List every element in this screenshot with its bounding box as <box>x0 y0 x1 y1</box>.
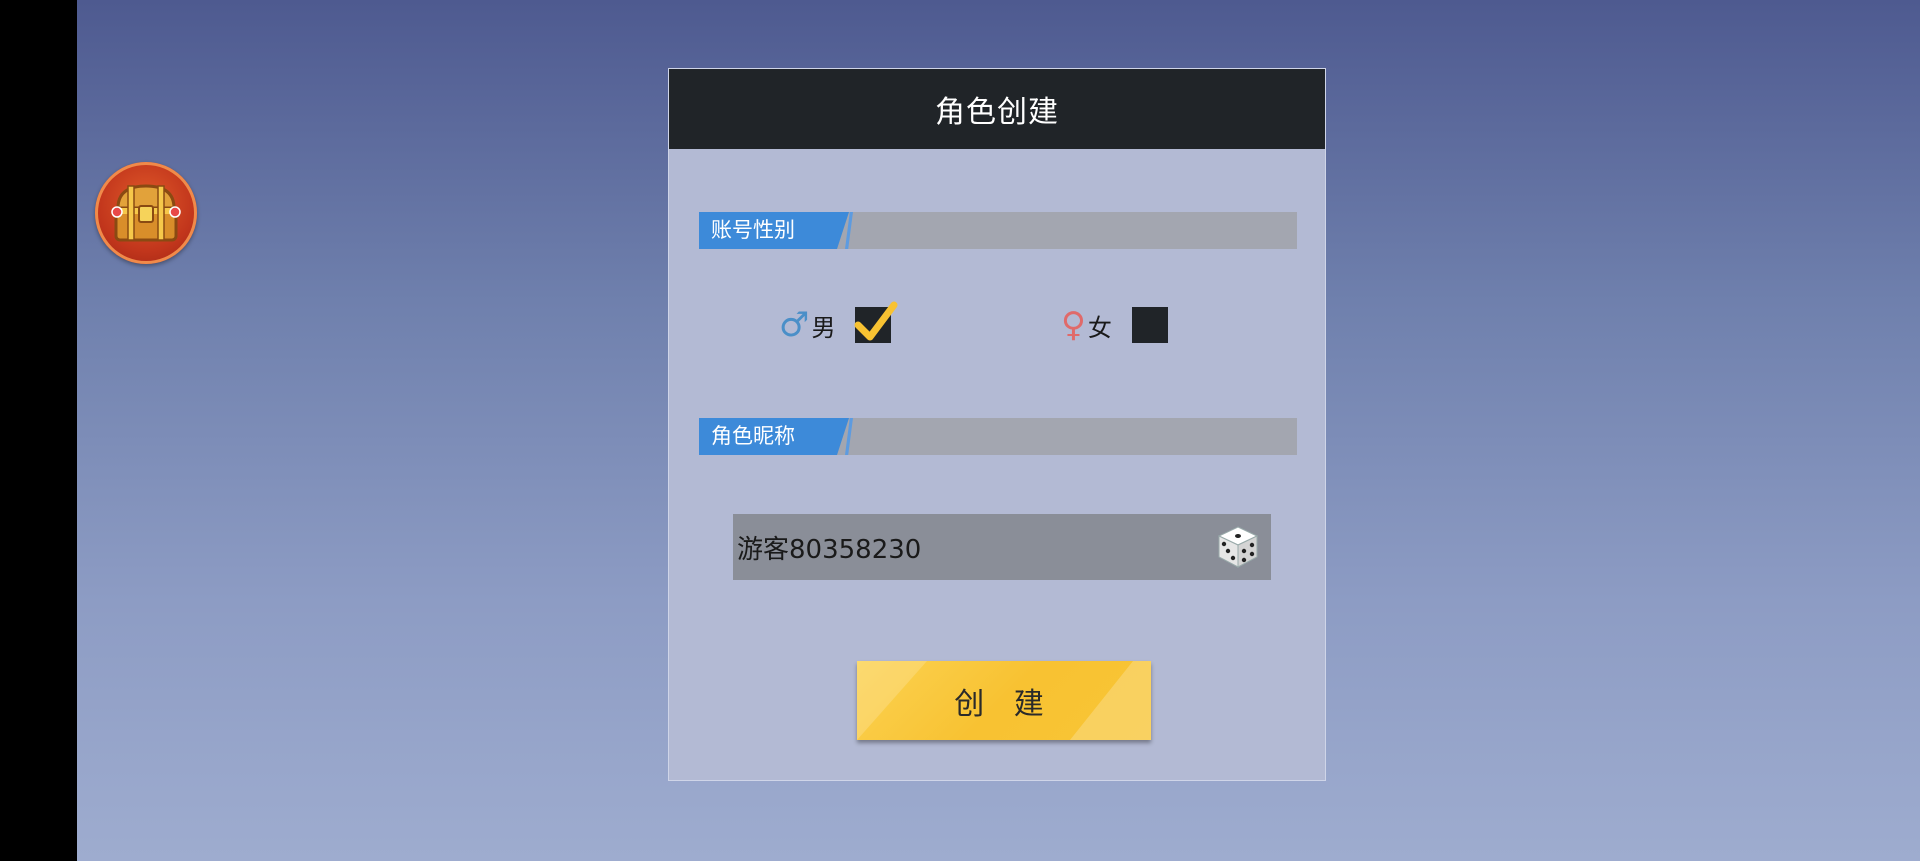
male-label: 男 <box>811 313 836 342</box>
create-button-gloss-right <box>1070 661 1151 740</box>
male-symbol-icon: ♂ <box>779 305 810 345</box>
dialog-header: 角色创建 <box>669 69 1325 149</box>
gender-option-female[interactable]: ♀ 女 <box>1061 305 1168 345</box>
dice-icon <box>1217 526 1259 568</box>
gender-section-bar: 账号性别 <box>699 212 1297 249</box>
nickname-input[interactable] <box>733 513 1199 581</box>
male-checkbox[interactable] <box>854 301 898 343</box>
treasure-chest-button[interactable] <box>95 162 197 264</box>
female-checkbox[interactable] <box>1131 307 1168 343</box>
nickname-section-bar: 角色昵称 <box>699 418 1297 455</box>
create-button[interactable]: 创 建 <box>857 661 1151 740</box>
dialog-title: 角色创建 <box>935 95 1059 130</box>
left-black-bar <box>0 0 77 861</box>
random-name-button[interactable] <box>1215 524 1261 570</box>
gender-section-label: 账号性别 <box>699 212 849 249</box>
gender-option-male[interactable]: ♂ 男 <box>779 301 898 345</box>
female-label: 女 <box>1087 313 1112 342</box>
create-button-label: 创 建 <box>954 686 1054 722</box>
role-create-dialog: 角色创建 账号性别 ♂ 男 ♀ 女 角色昵称 游客80358230 创 建 <box>668 68 1326 781</box>
nickname-field <box>733 513 1271 581</box>
create-button-gloss-left <box>857 661 927 740</box>
female-symbol-icon: ♀ <box>1061 305 1086 345</box>
checkmark-icon <box>854 301 898 341</box>
treasure-chest-icon <box>111 184 181 242</box>
nickname-section-label: 角色昵称 <box>699 418 849 455</box>
